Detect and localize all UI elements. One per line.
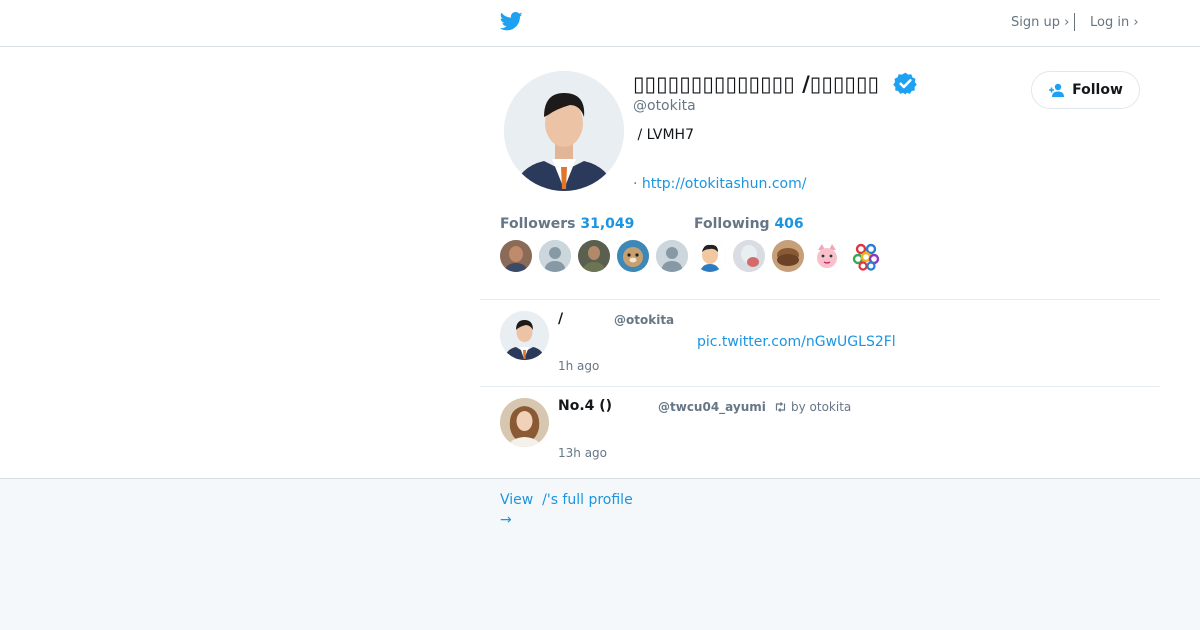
followers-stat[interactable]: Followers 31,049 bbox=[500, 216, 634, 232]
following-avatar[interactable] bbox=[772, 240, 804, 272]
followers-avatars bbox=[500, 240, 688, 272]
following-avatar[interactable] bbox=[850, 240, 882, 272]
top-bar: Sign up › Log in › bbox=[0, 0, 1200, 47]
retweet-attribution: by otokita bbox=[774, 400, 851, 414]
following-avatars bbox=[694, 240, 882, 272]
tweet-media-link[interactable]: pic.twitter.com/nGwUGLS2Fl bbox=[697, 334, 896, 350]
tweet-timestamp[interactable]: 13h ago bbox=[558, 446, 607, 460]
followers-count: 31,049 bbox=[580, 216, 635, 232]
following-avatar[interactable] bbox=[694, 240, 726, 272]
profile-avatar[interactable] bbox=[504, 71, 624, 191]
profile-avatar-image bbox=[504, 71, 624, 191]
tweet-timestamp[interactable]: 1h ago bbox=[558, 359, 599, 373]
profile-display-name: ▯▯▯▯▯▯▯▯▯▯▯▯▯▯ /▯▯▯▯▯▯ bbox=[633, 72, 880, 96]
following-avatar[interactable] bbox=[811, 240, 843, 272]
followers-label: Followers bbox=[500, 216, 576, 232]
tweet-author-avatar[interactable] bbox=[500, 311, 549, 360]
profile-bio: / LVMH7 bbox=[633, 127, 694, 143]
tweet-author-name[interactable]: / bbox=[558, 311, 563, 327]
retweet-icon bbox=[775, 402, 786, 412]
tweet-author-avatar[interactable] bbox=[500, 398, 549, 447]
follow-button[interactable]: Follow bbox=[1031, 71, 1140, 109]
sign-up-link[interactable]: Sign up › bbox=[1011, 15, 1069, 30]
profile-location-line: · http://otokitashun.com/ bbox=[633, 176, 806, 192]
section-divider bbox=[480, 299, 1160, 300]
header-divider bbox=[1074, 13, 1075, 31]
following-avatar[interactable] bbox=[733, 240, 765, 272]
following-label: Following bbox=[694, 216, 770, 232]
follow-person-icon bbox=[1049, 83, 1065, 97]
follow-button-label: Follow bbox=[1072, 82, 1123, 98]
location-prefix: · bbox=[633, 176, 642, 192]
profile-website-link[interactable]: http://otokitashun.com/ bbox=[642, 176, 807, 192]
tweet-author-name[interactable]: No.4 () bbox=[558, 398, 612, 414]
tweet-author-handle[interactable]: @otokita bbox=[614, 313, 674, 327]
follower-avatar[interactable] bbox=[578, 240, 610, 272]
log-in-link[interactable]: Log in › bbox=[1090, 15, 1139, 30]
following-stat[interactable]: Following 406 bbox=[694, 216, 804, 232]
verified-badge-icon bbox=[893, 72, 917, 95]
retweet-label[interactable]: by otokita bbox=[791, 400, 851, 414]
tweet-author-handle[interactable]: @twcu04_ayumi bbox=[658, 400, 766, 414]
follower-avatar[interactable] bbox=[617, 240, 649, 272]
follower-avatar-default[interactable] bbox=[656, 240, 688, 272]
follower-avatar-default[interactable] bbox=[539, 240, 571, 272]
follower-avatar[interactable] bbox=[500, 240, 532, 272]
tweet-divider bbox=[480, 386, 1160, 387]
following-count: 406 bbox=[774, 216, 804, 232]
view-full-profile-link[interactable]: View /'s full profile → bbox=[500, 490, 633, 530]
twitter-bird-icon[interactable] bbox=[500, 11, 523, 32]
profile-handle: @otokita bbox=[633, 98, 696, 114]
